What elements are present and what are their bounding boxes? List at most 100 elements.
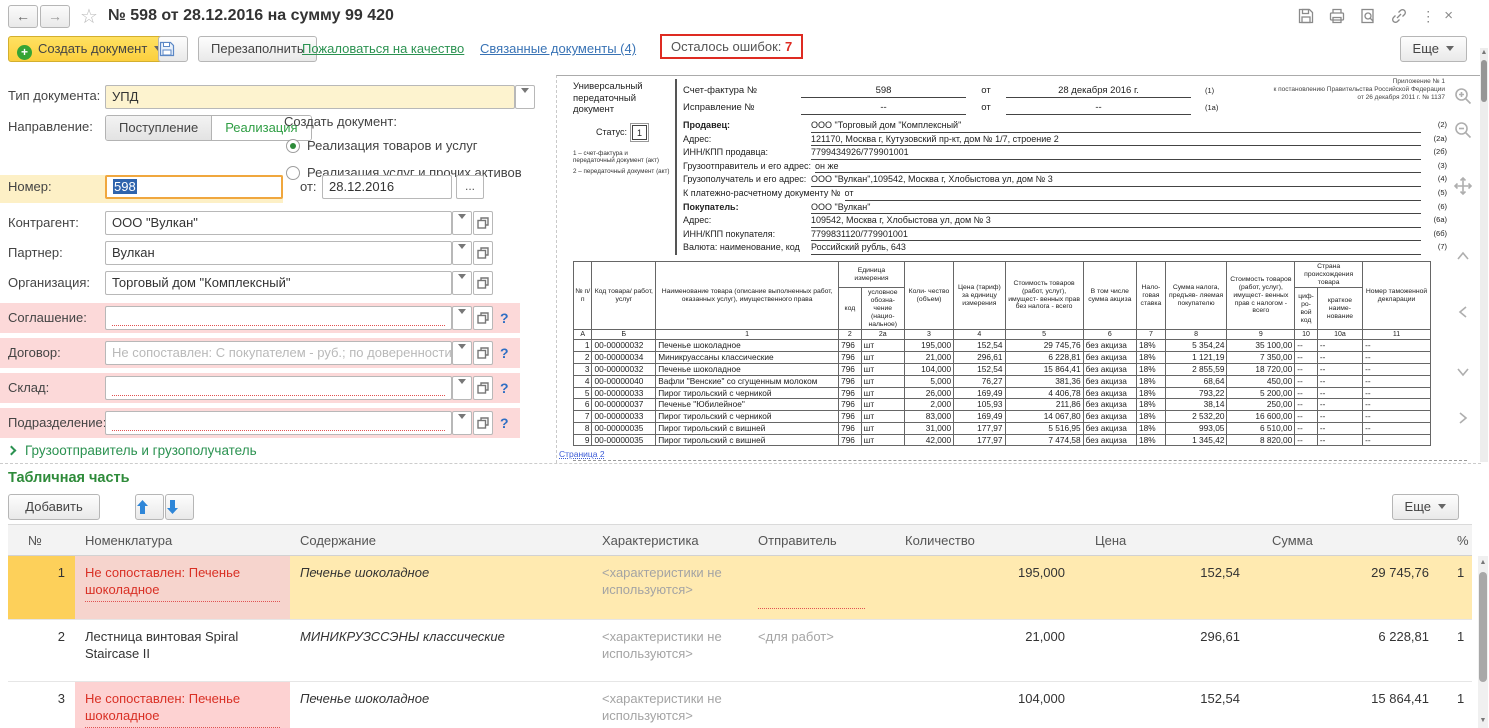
sum-cell[interactable]: 15 864,41 <box>1262 682 1447 728</box>
agreement-open-button[interactable] <box>473 306 493 330</box>
price-cell[interactable]: 152,54 <box>1085 682 1262 728</box>
warehouse-open-button[interactable] <box>473 376 493 400</box>
percent-cell[interactable]: 1 <box>1447 556 1472 619</box>
agreement-help-icon[interactable]: ? <box>500 310 509 326</box>
date-picker-button[interactable]: ... <box>456 175 484 199</box>
contract-label: Договор: <box>8 345 61 360</box>
form-scrollbar[interactable]: ▲ <box>1480 48 1488 462</box>
grid-row[interactable]: 3 Не сопоставлен: Печенье шоколадное Печ… <box>8 682 1472 728</box>
number-input[interactable]: 598 <box>105 175 283 199</box>
save-button[interactable] <box>158 36 188 62</box>
col-header-percent[interactable]: % <box>1447 533 1472 548</box>
sender-cell[interactable]: <для работ> <box>748 620 895 681</box>
counterparty-open-button[interactable] <box>473 211 493 235</box>
counterparty-input[interactable]: ООО "Вулкан" <box>105 211 452 235</box>
more-button-top[interactable]: Еще <box>1400 36 1467 62</box>
date-input[interactable]: 28.12.2016 <box>322 175 452 199</box>
quantity-cell[interactable]: 21,000 <box>895 620 1085 681</box>
scrollbar-thumb[interactable] <box>1479 572 1487 682</box>
doc-type-dropdown-button[interactable] <box>515 85 535 109</box>
agreement-dropdown-button[interactable] <box>452 306 472 330</box>
contract-dropdown-button[interactable] <box>452 341 472 365</box>
partner-open-button[interactable] <box>473 241 493 265</box>
shipper-section-toggle[interactable]: Грузоотправитель и грузополучатель <box>8 443 257 458</box>
content-cell[interactable]: Печенье шоколадное <box>290 682 592 728</box>
create-document-button[interactable]: +Создать документ <box>8 36 173 62</box>
scrollbar-thumb[interactable] <box>1481 60 1487 102</box>
move-down-button[interactable] <box>165 494 194 520</box>
preview-icon[interactable] <box>1359 7 1377 25</box>
scroll-right-icon[interactable] <box>1451 408 1475 432</box>
back-button[interactable]: ← <box>8 5 38 28</box>
price-cell[interactable]: 296,61 <box>1085 620 1262 681</box>
pan-icon[interactable] <box>1451 176 1475 200</box>
department-help-icon[interactable]: ? <box>500 415 509 431</box>
department-dropdown-button[interactable] <box>452 411 472 435</box>
favorite-star-icon[interactable]: ☆ <box>80 4 98 29</box>
grid-row[interactable]: 1 Не сопоставлен: Печенье шоколадное Печ… <box>8 556 1472 620</box>
percent-cell[interactable]: 1 <box>1447 620 1472 681</box>
refill-button[interactable]: Перезаполнить <box>198 36 317 62</box>
partner-input[interactable]: Вулкан <box>105 241 452 265</box>
department-open-button[interactable] <box>473 411 493 435</box>
col-header-content[interactable]: Содержание <box>290 533 592 548</box>
forward-button[interactable]: → <box>40 5 70 28</box>
sender-cell[interactable] <box>748 682 895 728</box>
scroll-up-arrow[interactable]: ▲ <box>1478 558 1488 568</box>
partner-dropdown-button[interactable] <box>452 241 472 265</box>
counterparty-dropdown-button[interactable] <box>452 211 472 235</box>
more-menu-icon[interactable]: ⋮ <box>1421 7 1431 25</box>
warehouse-dropdown-button[interactable] <box>452 376 472 400</box>
grid-row[interactable]: 2 Лестница винтовая Spiral Staircase II … <box>8 620 1472 682</box>
organization-open-button[interactable] <box>473 271 493 295</box>
radio-goods-services[interactable]: Реализация товаров и услуг <box>286 138 478 153</box>
price-cell[interactable]: 152,54 <box>1085 556 1262 619</box>
grid-scrollbar[interactable]: ▲ ▼ <box>1478 556 1488 728</box>
department-input[interactable] <box>105 411 452 435</box>
col-header-price[interactable]: Цена <box>1085 533 1262 548</box>
close-icon[interactable]: × <box>1444 7 1453 25</box>
scroll-up-arrow[interactable]: ▲ <box>1480 48 1488 58</box>
sum-cell[interactable]: 6 228,81 <box>1262 620 1447 681</box>
contract-open-button[interactable] <box>473 341 493 365</box>
zoom-out-icon[interactable] <box>1451 120 1475 144</box>
content-cell[interactable]: Печенье шоколадное <box>290 556 592 619</box>
contract-help-icon[interactable]: ? <box>500 345 509 361</box>
more-button-grid[interactable]: Еще <box>1392 494 1459 520</box>
col-header-quantity[interactable]: Количество <box>895 533 1085 548</box>
sum-cell[interactable]: 29 745,76 <box>1262 556 1447 619</box>
zoom-in-icon[interactable] <box>1451 86 1475 110</box>
related-documents-link[interactable]: Связанные документы (4) <box>480 41 636 56</box>
scroll-down-icon[interactable] <box>1451 362 1475 386</box>
col-header-sum[interactable]: Сумма <box>1262 533 1447 548</box>
organization-dropdown-button[interactable] <box>452 271 472 295</box>
warehouse-input[interactable] <box>105 376 452 400</box>
agreement-input[interactable] <box>105 306 452 330</box>
move-up-button[interactable] <box>135 494 164 520</box>
nomenclature-cell-error[interactable]: Не сопоставлен: Печенье шоколадное <box>75 556 290 619</box>
save-icon[interactable] <box>1297 7 1315 25</box>
nomenclature-cell[interactable]: Лестница винтовая Spiral Staircase II <box>75 620 290 681</box>
link-icon[interactable] <box>1390 7 1408 25</box>
content-cell[interactable]: МИНИКРУЗССЭНЫ классические <box>290 620 592 681</box>
direction-option-postuplenie[interactable]: Поступление <box>106 116 212 140</box>
contract-input[interactable]: Не сопоставлен: С покупателем - руб.; по… <box>105 341 452 365</box>
nomenclature-cell-error[interactable]: Не сопоставлен: Печенье шоколадное <box>75 682 290 728</box>
sender-cell[interactable] <box>748 556 895 619</box>
quality-complaint-link[interactable]: Пожаловаться на качество <box>302 41 464 56</box>
doc-type-input[interactable]: УПД <box>105 85 515 109</box>
scroll-down-arrow[interactable]: ▼ <box>1478 716 1488 726</box>
add-button[interactable]: Добавить <box>8 494 100 520</box>
percent-cell[interactable]: 1 <box>1447 682 1472 728</box>
col-header-characteristic[interactable]: Характеристика <box>592 533 748 548</box>
col-header-nomenclature[interactable]: Номенклатура <box>75 533 290 548</box>
col-header-sender[interactable]: Отправитель <box>748 533 895 548</box>
col-header-num[interactable]: № <box>8 533 75 548</box>
quantity-cell[interactable]: 195,000 <box>895 556 1085 619</box>
print-icon[interactable] <box>1328 7 1346 25</box>
quantity-cell[interactable]: 104,000 <box>895 682 1085 728</box>
scroll-left-icon[interactable] <box>1451 302 1475 326</box>
scroll-up-icon[interactable] <box>1451 246 1475 270</box>
organization-input[interactable]: Торговый дом "Комплексный" <box>105 271 452 295</box>
warehouse-help-icon[interactable]: ? <box>500 380 509 396</box>
